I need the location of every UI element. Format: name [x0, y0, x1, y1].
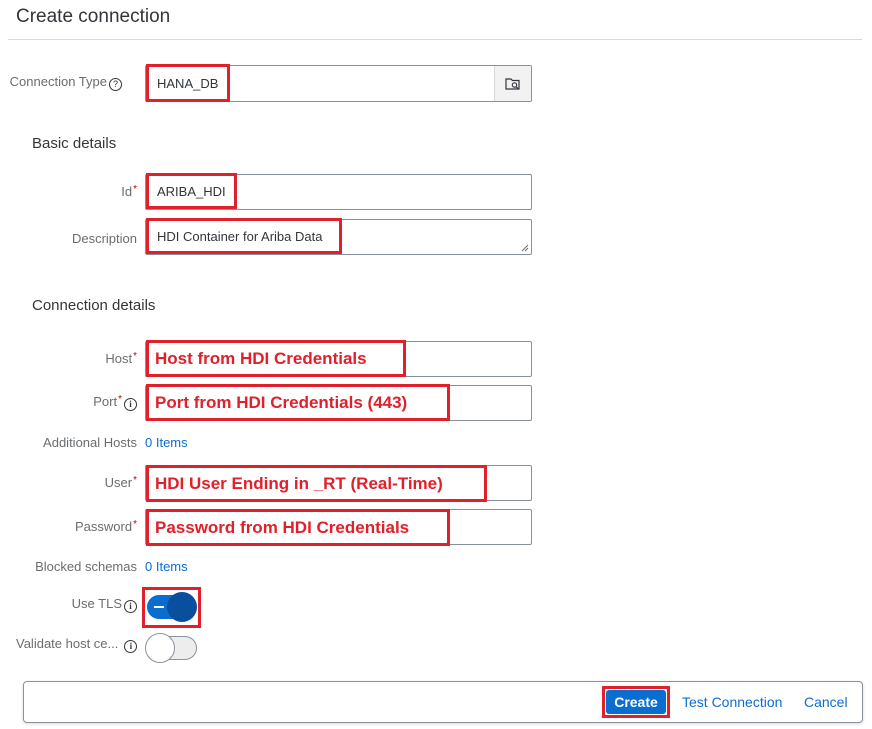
password-highlight: Password from HDI Credentials [146, 509, 450, 546]
user-highlight: HDI User Ending in _RT (Real-Time) [146, 465, 487, 502]
toggle-knob [167, 592, 197, 622]
required-marker: * [133, 475, 137, 486]
port-label: Port* i [93, 394, 137, 411]
required-marker: * [118, 394, 122, 405]
use-tls-label: Use TLS i [72, 596, 137, 613]
use-tls-toggle[interactable] [147, 592, 197, 622]
connection-type-value: HANA_DB [157, 75, 219, 91]
description-highlight: HDI Container for Ariba Data [146, 218, 342, 254]
port-value: Port from HDI Credentials (443) [155, 392, 408, 412]
required-marker: * [133, 519, 137, 530]
help-icon[interactable]: ? [109, 78, 122, 91]
id-value: ARIBA_HDI [157, 183, 226, 199]
folder-search-icon [505, 77, 520, 90]
connection-type-highlight: HANA_DB [146, 64, 230, 102]
blocked-schemas-link[interactable]: 0 Items [145, 559, 188, 574]
info-icon[interactable]: i [124, 600, 137, 613]
id-highlight: ARIBA_HDI [146, 173, 237, 209]
user-label: User* [104, 475, 137, 490]
user-value: HDI User Ending in _RT (Real-Time) [155, 473, 443, 493]
resize-handle-icon[interactable] [521, 244, 529, 252]
toggle-knob [145, 633, 175, 663]
page-title: Create connection [16, 6, 171, 27]
host-highlight: Host from HDI Credentials [146, 340, 406, 377]
connection-type-label: Connection Type? [10, 74, 122, 91]
value-help-button[interactable] [494, 66, 531, 101]
description-value: HDI Container for Ariba Data [157, 228, 323, 244]
validate-host-toggle[interactable] [145, 633, 197, 663]
password-value: Password from HDI Credentials [155, 517, 410, 537]
cancel-button[interactable]: Cancel [804, 694, 848, 710]
id-label: Id* [121, 184, 137, 199]
description-label: Description [71, 231, 137, 246]
create-button[interactable]: Create [606, 690, 666, 714]
password-label: Password* [75, 519, 137, 534]
test-connection-button[interactable]: Test Connection [682, 694, 782, 710]
info-icon[interactable]: i [124, 640, 138, 653]
info-icon[interactable]: i [124, 398, 137, 411]
required-marker: * [133, 184, 137, 195]
create-button-highlight: Create [602, 686, 670, 718]
basic-details-heading: Basic details [32, 135, 117, 152]
additional-hosts-link[interactable]: 0 Items [145, 435, 188, 450]
toggle-on-mark [154, 606, 164, 608]
required-marker: * [133, 351, 137, 362]
blocked-schemas-label: Blocked schemas [35, 559, 137, 574]
title-divider [8, 39, 862, 40]
validate-host-label: Validate host ce... i [16, 636, 138, 653]
port-highlight: Port from HDI Credentials (443) [146, 384, 450, 421]
host-label: Host* [105, 351, 137, 366]
connection-details-heading: Connection details [32, 297, 156, 314]
host-value: Host from HDI Credentials [155, 348, 367, 368]
additional-hosts-label: Additional Hosts [43, 435, 137, 450]
